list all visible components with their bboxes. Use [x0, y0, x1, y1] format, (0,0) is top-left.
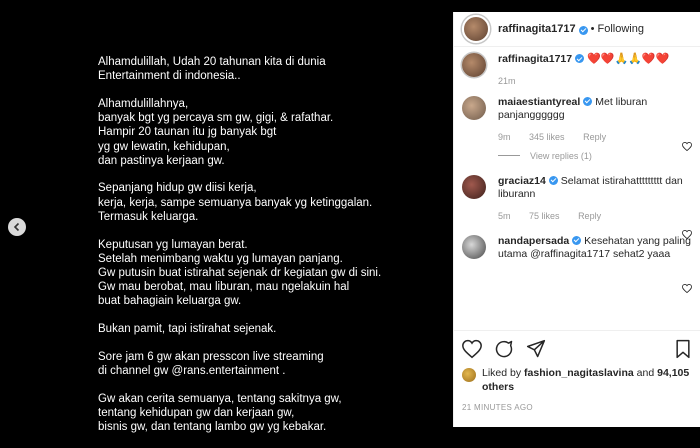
comment-like-button[interactable] — [682, 280, 692, 294]
post-paragraph: Alhamdulillahnya, banyak bgt yg percaya … — [98, 97, 334, 167]
following-button[interactable]: Following — [598, 23, 644, 35]
post-paragraph: Alhamdulillah, Udah 20 tahunan kita di d… — [98, 56, 326, 83]
heart-icon — [682, 229, 692, 240]
comment-likes[interactable]: 345 likes — [529, 132, 565, 142]
comment-time[interactable]: 5m — [498, 211, 511, 221]
comment-username[interactable]: maiaestiantyreal — [498, 96, 580, 108]
share-icon[interactable] — [526, 339, 546, 359]
heart-icon[interactable] — [462, 339, 482, 359]
avatar[interactable] — [462, 53, 486, 77]
comment-likes[interactable]: 75 likes — [529, 211, 560, 221]
post-modal: Alhamdulillah, Udah 20 tahunan kita di d… — [0, 12, 700, 433]
comment-like-button[interactable] — [682, 226, 692, 240]
verified-badge-icon — [548, 175, 558, 185]
post-timestamp[interactable]: 21 MINUTES AGO — [462, 403, 693, 412]
avatar[interactable] — [462, 95, 486, 120]
liked-by-and: and — [636, 367, 655, 379]
heart-icon — [682, 283, 692, 294]
heart-icon — [682, 141, 692, 152]
header-username[interactable]: raffinagita1717 — [498, 23, 576, 35]
avatar[interactable] — [462, 368, 476, 382]
post-paragraph: Sore jam 6 gw akan presscon live streami… — [98, 350, 324, 377]
post-paragraph: Sepanjang hidup gw diisi kerja, kerja, k… — [98, 182, 373, 223]
bookmark-icon[interactable] — [673, 339, 693, 359]
caption-username[interactable]: raffinagita1717 — [498, 53, 572, 65]
comment: nandapersada Kesehatan yang paling utama… — [462, 234, 692, 294]
comment-list: raffinagita1717 ❤️❤️🙏🙏❤️❤️ 21m maiaestia… — [454, 47, 700, 294]
liked-by-user[interactable]: fashion_nagitaslavina — [524, 367, 634, 379]
verified-badge-icon — [575, 54, 585, 63]
view-replies-label: View replies (1) — [530, 150, 592, 161]
post-header: raffinagita1717 • Following — [454, 12, 700, 47]
verified-badge-icon — [572, 235, 582, 245]
previous-image-button[interactable] — [8, 218, 26, 236]
liked-by-prefix: Liked by — [482, 367, 522, 379]
post-paragraph: Gw akan cerita semuanya, tentang sakitny… — [98, 392, 342, 434]
comment-username[interactable]: graciaz14 — [498, 175, 546, 187]
post-image: Alhamdulillah, Udah 20 tahunan kita di d… — [0, 12, 453, 433]
comment-username[interactable]: nandapersada — [498, 235, 569, 247]
verified-badge-icon — [578, 25, 588, 35]
avatar[interactable] — [462, 15, 490, 43]
header-separator: • — [590, 23, 595, 35]
liked-by: Liked by fashion_nagitaslavina and 94,10… — [462, 367, 693, 394]
chevron-left-icon — [13, 222, 20, 232]
comment-time[interactable]: 9m — [498, 132, 511, 142]
modal-backdrop — [0, 0, 700, 12]
post-side-panel: raffinagita1717 • Following raffinagita1… — [453, 12, 700, 427]
caption: raffinagita1717 ❤️❤️🙏🙏❤️❤️ 21m — [462, 53, 692, 86]
comment: maiaestiantyreal Met liburan panjanggggg… — [462, 95, 692, 161]
avatar[interactable] — [462, 234, 486, 259]
verified-badge-icon — [583, 96, 593, 106]
reply-button[interactable]: Reply — [578, 211, 601, 221]
post-paragraph: Keputusan yg lumayan berat. Setelah meni… — [98, 238, 382, 308]
post-actions: Liked by fashion_nagitaslavina and 94,10… — [454, 330, 700, 412]
divider — [498, 155, 520, 156]
post-paragraph: Bukan pamit, tapi istirahat sejenak. — [98, 323, 277, 336]
comment-icon[interactable] — [494, 339, 514, 359]
view-replies-button[interactable]: View replies (1) — [498, 151, 692, 161]
post-text-block: Alhamdulillah, Udah 20 tahunan kita di d… — [98, 55, 438, 448]
avatar[interactable] — [462, 174, 486, 199]
caption-text: ❤️❤️🙏🙏❤️❤️ — [587, 53, 670, 65]
reply-button[interactable]: Reply — [583, 132, 606, 142]
comment: graciaz14 Selamat istirahattttttttt dan … — [462, 174, 692, 240]
caption-time[interactable]: 21m — [498, 76, 516, 86]
comment-like-button[interactable] — [682, 138, 692, 152]
